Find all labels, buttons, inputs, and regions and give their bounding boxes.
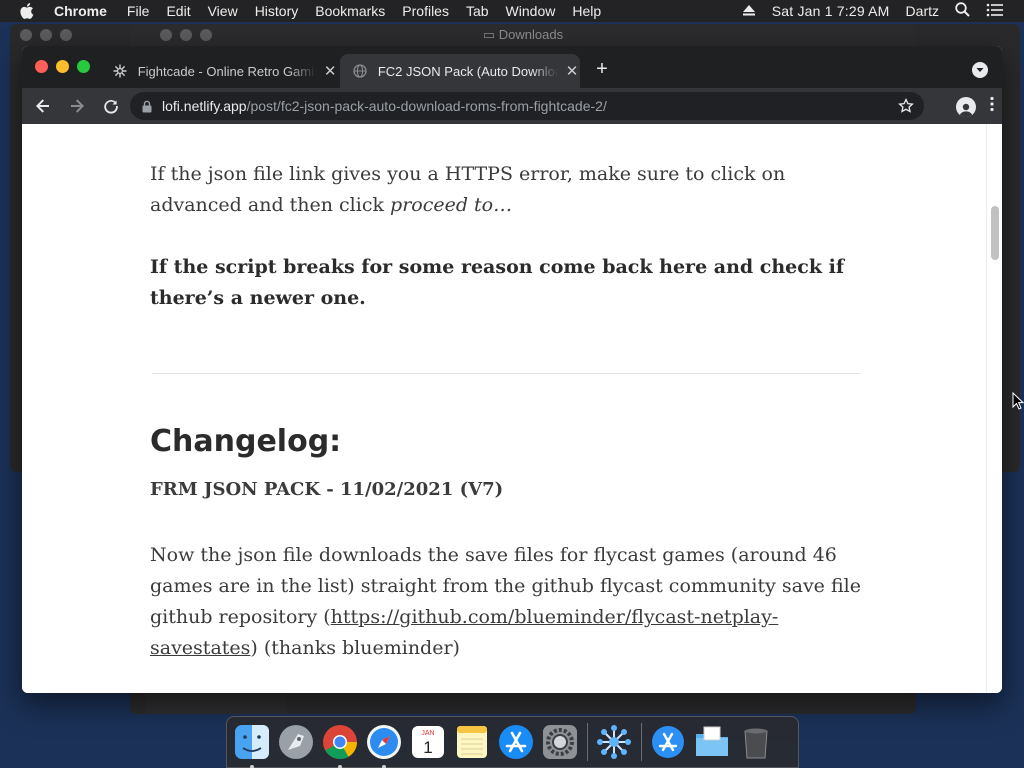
clock[interactable]: Sat Jan 1 7:29 AM [772,3,890,19]
https-error-paragraph: If the json file link gives you a HTTPS … [150,163,786,216]
menu-tab[interactable]: Tab [466,3,489,19]
tab-title: FC2 JSON Pack (Auto Download [377,63,559,79]
calendar-icon[interactable]: JAN 1 [408,722,448,762]
menu-help[interactable]: Help [572,3,601,19]
app-menu-chrome[interactable]: Chrome [54,3,107,19]
tab-search-chevron-icon[interactable] [972,62,988,78]
new-tab-plus-icon[interactable]: + [592,59,612,79]
notes-icon[interactable] [452,722,492,762]
globe-icon [352,63,368,79]
menu-bookmarks[interactable]: Bookmarks [315,3,385,19]
section-divider [152,373,860,374]
user-name[interactable]: Dartz [906,3,939,19]
finder-window-title: ▭ Downloads [482,27,564,42]
launchpad-icon[interactable] [276,722,316,762]
bookmark-star-icon[interactable] [898,97,914,117]
menu-view[interactable]: View [208,3,238,19]
lock-icon[interactable] [142,100,154,113]
safari-icon[interactable] [364,722,404,768]
address-bar[interactable]: lofi.netlify.app/post/fc2-json-pack-auto… [130,92,924,120]
profile-avatar-icon[interactable] [956,96,976,117]
back-arrow-icon[interactable] [30,93,56,119]
applications-folder-icon[interactable] [648,722,688,762]
chrome-icon[interactable] [320,722,360,768]
finder-icon[interactable] [232,722,272,768]
reload-icon[interactable] [98,93,124,119]
menu-bar: Chrome File Edit View History Bookmarks … [0,0,1024,22]
svg-text:1: 1 [423,738,432,757]
page-viewport[interactable]: If the json file link gives you a HTTPS … [22,124,1002,693]
mouse-pointer-icon [1012,391,1024,415]
toolbar: lofi.netlify.app/post/fc2-json-pack-auto… [22,88,1002,124]
url-host: lofi.netlify.app [162,98,247,114]
trash-icon[interactable] [736,722,776,762]
menu-file[interactable]: File [127,3,150,19]
zoom-window-button[interactable] [77,60,90,73]
window-controls [35,60,90,73]
forward-arrow-icon[interactable] [64,93,90,119]
page-scrollbar[interactable] [986,124,1002,693]
menu-edit[interactable]: Edit [166,3,190,19]
downloads-folder-icon[interactable] [692,722,732,762]
close-tab-icon[interactable]: ✕ [322,62,338,80]
app-store-icon[interactable] [496,722,536,762]
dock-separator [587,723,588,761]
menu-history[interactable]: History [255,3,299,19]
close-tab-icon[interactable]: ✕ [564,62,580,80]
dock: JAN 1 [226,716,799,768]
version-heading: FRM JSON PACK - 11/02/2021 (V7) [150,479,504,500]
tab-title: Fightcade - Online Retro Gaming [137,63,317,79]
script-breaks-note: If the script breaks for some reason com… [150,256,845,309]
system-preferences-icon[interactable] [540,722,580,762]
background-window-controls [20,29,72,41]
url-path: /post/fc2-json-pack-auto-download-roms-f… [246,98,607,114]
changelog-paragraph: Now the json file downloads the save fil… [150,544,861,659]
chrome-window: Fightcade - Online Retro Gaming ✕ FC2 JS… [22,46,1002,693]
scrollbar-thumb[interactable] [991,206,999,260]
minimize-window-button[interactable] [56,60,69,73]
notification-center-icon[interactable] [986,3,1004,20]
network-utility-icon[interactable] [594,722,634,762]
fightcade-logo-icon [112,63,128,79]
proceed-to-emphasis: proceed to… [390,194,513,216]
tab-fc2-json-pack[interactable]: FC2 JSON Pack (Auto Download ✕ [340,54,580,88]
tab-fightcade[interactable]: Fightcade - Online Retro Gaming ✕ [100,54,338,88]
eject-icon[interactable] [742,3,756,19]
menu-window[interactable]: Window [506,3,556,19]
changelog-heading: Changelog: [150,424,342,459]
folder-icon: ▭ [482,27,496,42]
tab-strip: Fightcade - Online Retro Gaming ✕ FC2 JS… [22,46,1002,88]
menu-profiles[interactable]: Profiles [402,3,449,19]
svg-text:JAN: JAN [421,730,434,737]
apple-menu-icon[interactable] [20,3,40,19]
close-window-button[interactable] [35,60,48,73]
dock-separator [641,723,642,761]
chrome-menu-kebab-icon[interactable] [990,96,994,117]
spotlight-search-icon[interactable] [955,2,970,20]
